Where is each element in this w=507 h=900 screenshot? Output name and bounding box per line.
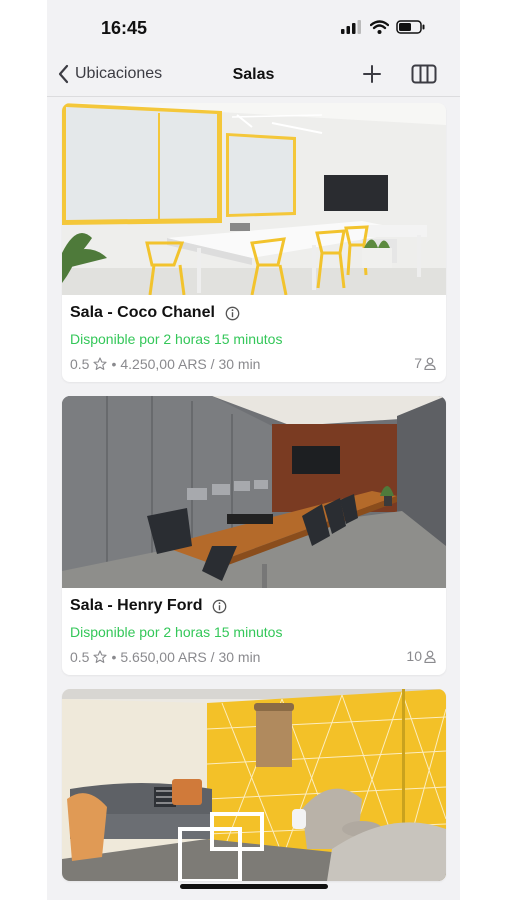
phone-screen: 16:45 Ubicaciones Salas Sala - Coco Chan… [47,0,460,900]
capacity: 7 [414,355,436,371]
wifi-icon [370,20,389,34]
availability-text: Disponible por 2 horas 15 minutos [70,331,283,347]
rating-value: 0.5 [70,649,90,665]
home-indicator [180,884,328,889]
separator-dot: • [111,649,117,665]
battery-icon [396,20,425,34]
price-text: 4.250,00 ARS / 30 min [120,356,261,372]
add-button[interactable] [361,63,383,90]
room-card-body: Sala - Henry Ford Disponible por 2 horas… [62,588,446,675]
room-card[interactable] [62,689,446,881]
separator-dot: • [111,356,117,372]
info-icon[interactable] [225,306,240,321]
rating-value: 0.5 [70,356,90,372]
room-title-row: Sala - Henry Ford [70,597,438,615]
room-card[interactable]: Sala - Coco Chanel Disponible por 2 hora… [62,103,446,382]
layout-toggle-button[interactable] [411,64,437,89]
room-card[interactable]: Sala - Henry Ford Disponible por 2 horas… [62,396,446,675]
rooms-list: Sala - Coco Chanel Disponible por 2 hora… [62,103,446,895]
plus-icon [363,65,381,83]
capacity-value: 10 [406,648,422,664]
status-icons [341,20,426,34]
status-time: 16:45 [101,18,148,38]
room-photo [62,396,446,588]
capacity-value: 7 [414,355,422,371]
info-icon[interactable] [212,599,227,614]
room-photo [62,103,446,295]
capacity: 10 [406,648,436,664]
room-meta: 0.5 • 4.250,00 ARS / 30 min [70,356,438,372]
navigation-bar: Ubicaciones Salas [47,58,460,97]
room-meta: 0.5 • 5.650,00 ARS / 30 min [70,649,438,665]
room-card-body: Sala - Coco Chanel Disponible por 2 hora… [62,295,446,382]
availability-text: Disponible por 2 horas 15 minutos [70,624,283,640]
person-icon [424,357,436,370]
star-icon [93,650,108,663]
page-title: Salas [232,66,275,83]
room-photo [62,689,446,881]
person-icon [424,650,436,663]
star-icon [93,357,108,370]
room-name: Sala - Coco Chanel [70,304,215,321]
room-name: Sala - Henry Ford [70,597,203,614]
cellular-signal-icon [341,20,361,34]
status-bar: 16:45 [47,0,460,58]
room-title-row: Sala - Coco Chanel [70,304,438,322]
columns-icon [411,64,437,84]
price-text: 5.650,00 ARS / 30 min [120,649,261,665]
